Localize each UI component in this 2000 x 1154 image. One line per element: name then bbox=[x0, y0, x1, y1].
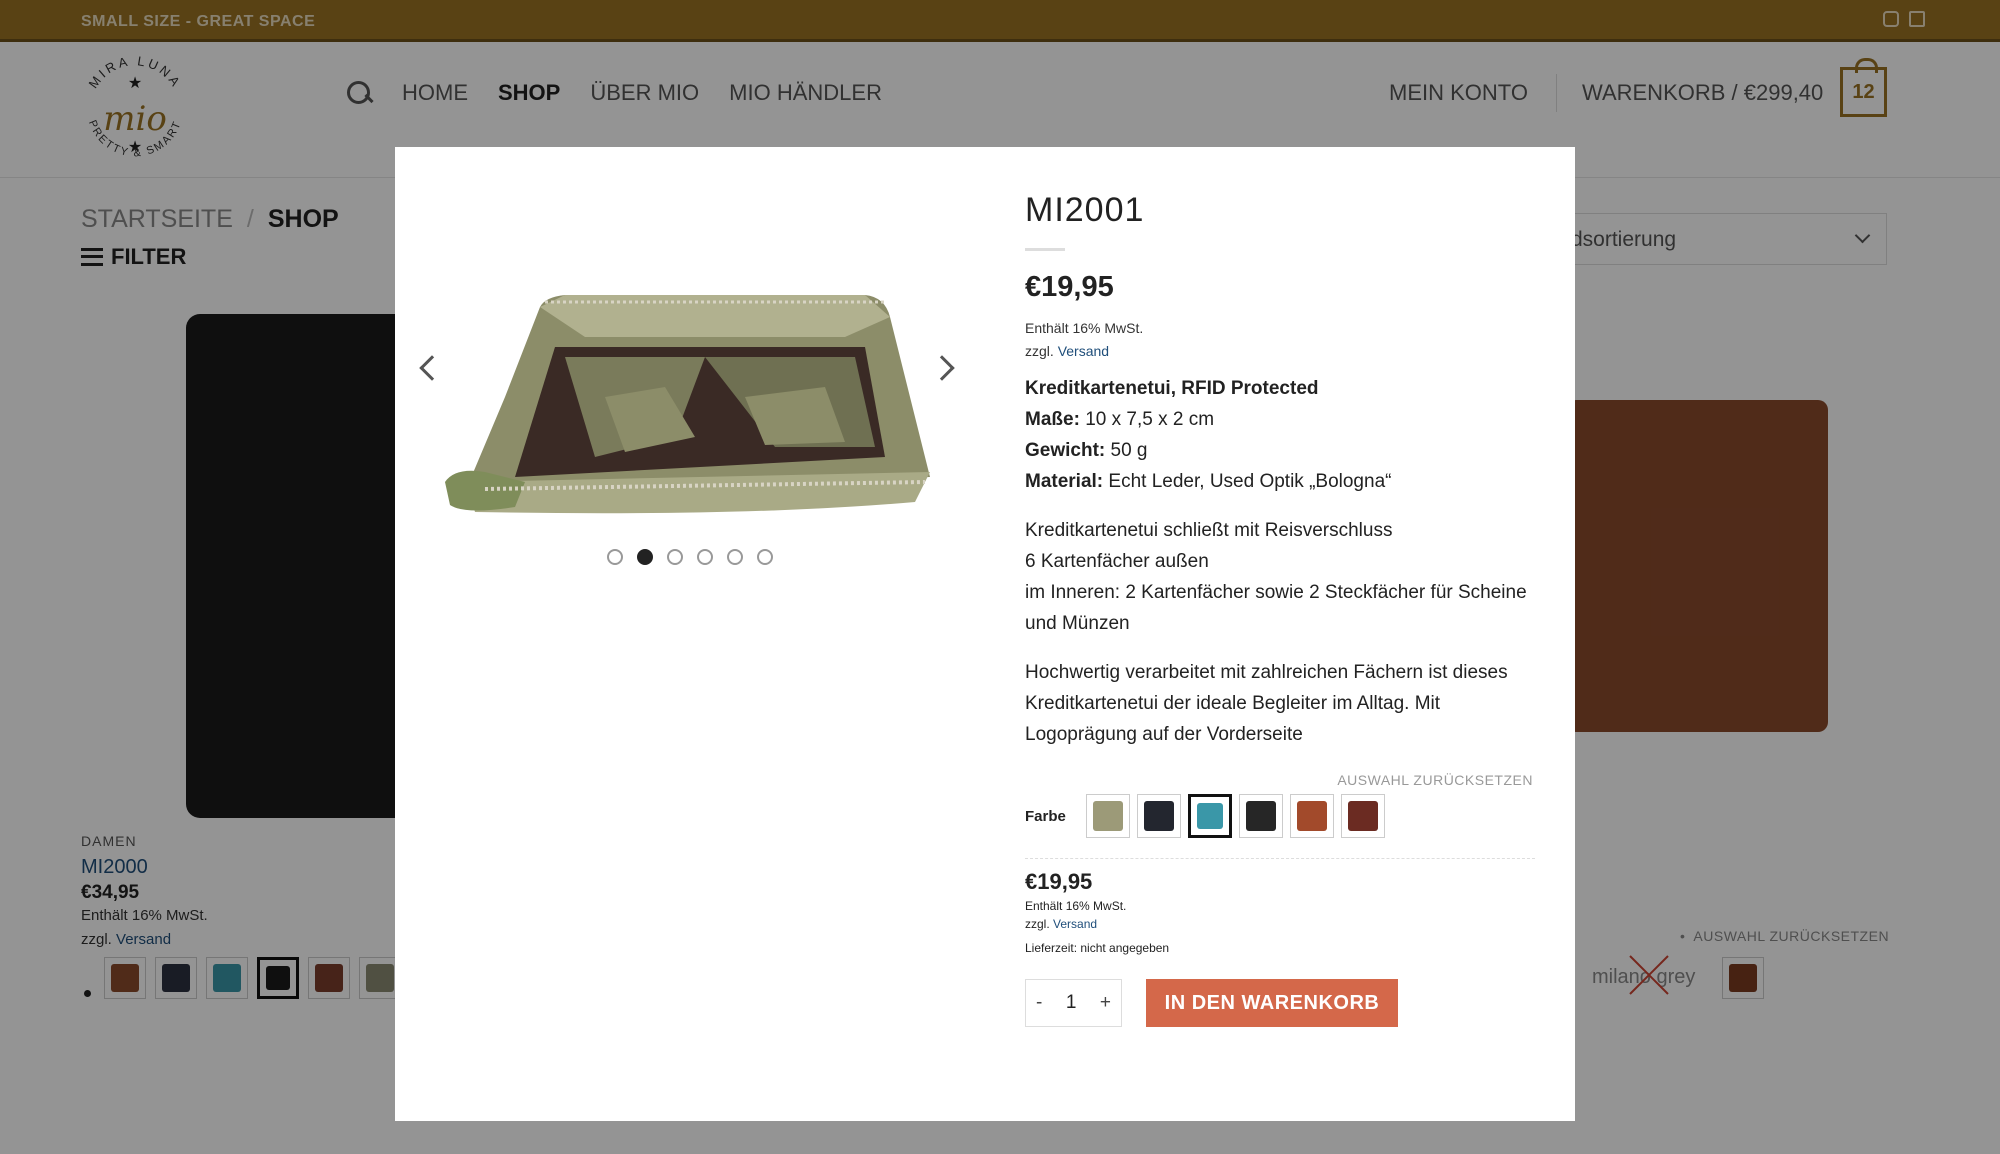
description-line: im Inneren: 2 Kartenfächer sowie 2 Steck… bbox=[1025, 582, 1527, 603]
description-line: Kreditkartenetui schließt mit Reisversch… bbox=[1025, 520, 1393, 541]
color-swatch[interactable] bbox=[1137, 794, 1181, 838]
shipping-note: zzgl. Versand bbox=[1025, 343, 1535, 359]
spec-material-label: Material: bbox=[1025, 471, 1104, 492]
spec-size-value: 10 x 7,5 x 2 cm bbox=[1085, 409, 1215, 430]
description-line: Kreditkartenetui der ideale Begleiter im… bbox=[1025, 693, 1441, 714]
spec-weight-label: Gewicht: bbox=[1025, 440, 1106, 461]
product-specs: Kreditkartenetui, RFID Protected Maße: 1… bbox=[1025, 373, 1535, 497]
add-to-cart-button[interactable]: IN DEN WARENKORB bbox=[1146, 979, 1398, 1027]
spec-headline: Kreditkartenetui, RFID Protected bbox=[1025, 378, 1319, 399]
spec-weight-value: 50 g bbox=[1110, 440, 1148, 461]
swatch-color bbox=[1144, 801, 1174, 831]
color-swatch-selected[interactable] bbox=[1188, 794, 1232, 838]
title-divider bbox=[1025, 248, 1065, 251]
spec-material-value: Echt Leder, Used Optik „Bologna“ bbox=[1108, 471, 1392, 492]
description-line: und Münzen bbox=[1025, 613, 1130, 634]
carousel-dot[interactable] bbox=[607, 549, 623, 565]
product-title: MI2001 bbox=[1025, 191, 1145, 229]
description-line: Logoprägung auf der Vorderseite bbox=[1025, 724, 1303, 745]
shipping-link[interactable]: Versand bbox=[1058, 343, 1109, 359]
quantity-minus-button[interactable]: - bbox=[1036, 992, 1042, 1014]
color-swatch[interactable] bbox=[1290, 794, 1334, 838]
swatch-color bbox=[1093, 801, 1123, 831]
variation-shipping-note: zzgl. Versand bbox=[1025, 917, 1535, 931]
swatch-color bbox=[1297, 801, 1327, 831]
product-image-wallet bbox=[445, 295, 930, 514]
description-line: Hochwertig verarbeitet mit zahlreichen F… bbox=[1025, 662, 1508, 683]
reset-selection-link[interactable]: AUSWAHL ZURÜCKSETZEN bbox=[1025, 772, 1535, 788]
variation-tax-note: Enthält 16% MwSt. bbox=[1025, 899, 1127, 913]
swatch-color bbox=[1348, 801, 1378, 831]
shipping-prefix: zzgl. bbox=[1025, 343, 1054, 359]
spec-size-label: Maße: bbox=[1025, 409, 1080, 430]
carousel-dot[interactable] bbox=[757, 549, 773, 565]
swatch-color bbox=[1246, 801, 1276, 831]
carousel-dot[interactable] bbox=[667, 549, 683, 565]
description-line: 6 Kartenfächer außen bbox=[1025, 551, 1209, 572]
quantity-stepper: - 1 + bbox=[1025, 979, 1122, 1027]
quantity-input[interactable]: 1 bbox=[1066, 992, 1077, 1014]
description-text: Hochwertig verarbeitet mit zahlreichen F… bbox=[1025, 657, 1535, 750]
color-swatch[interactable] bbox=[1086, 794, 1130, 838]
tax-note: Enthält 16% MwSt. bbox=[1025, 320, 1144, 336]
swatch-color bbox=[1197, 803, 1223, 829]
shipping-prefix: zzgl. bbox=[1025, 917, 1050, 931]
image-carousel-dots bbox=[607, 549, 773, 565]
color-label: Farbe bbox=[1025, 807, 1066, 825]
variation-divider bbox=[1025, 858, 1535, 859]
carousel-dot[interactable] bbox=[727, 549, 743, 565]
shipping-link[interactable]: Versand bbox=[1053, 917, 1097, 931]
color-swatch[interactable] bbox=[1341, 794, 1385, 838]
product-info: MI2001 €19,95 Enthält 16% MwSt. zzgl. Ve… bbox=[1025, 191, 1535, 1027]
delivery-time: Lieferzeit: nicht angegeben bbox=[1025, 941, 1170, 955]
description-features: Kreditkartenetui schließt mit Reisversch… bbox=[1025, 515, 1535, 639]
color-swatch[interactable] bbox=[1239, 794, 1283, 838]
add-to-cart-row: - 1 + IN DEN WARENKORB bbox=[1025, 979, 1535, 1027]
color-selector: Farbe bbox=[1025, 794, 1535, 838]
chevron-left-icon[interactable] bbox=[419, 355, 445, 381]
carousel-dot-active[interactable] bbox=[637, 549, 653, 565]
carousel-dot[interactable] bbox=[697, 549, 713, 565]
product-price: €19,95 bbox=[1025, 271, 1114, 303]
variation-price: €19,95 bbox=[1025, 869, 1093, 894]
quantity-plus-button[interactable]: + bbox=[1100, 992, 1111, 1014]
quick-view-modal: MI2001 €19,95 Enthält 16% MwSt. zzgl. Ve… bbox=[395, 147, 1575, 1121]
